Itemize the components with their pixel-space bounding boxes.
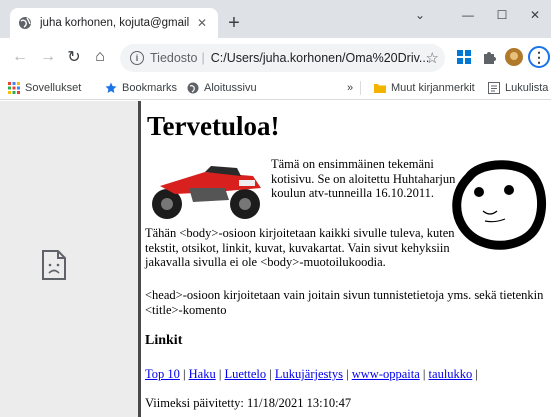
link-separator: |	[346, 367, 349, 381]
reading-list-icon	[488, 82, 500, 94]
links-row: Top 10 | Haku | Luettelo | Lukujärjestys…	[145, 367, 545, 382]
link-separator: |	[475, 367, 478, 381]
new-tab-button[interactable]: +	[223, 12, 245, 34]
avatar[interactable]	[505, 48, 523, 66]
page-title: Tervetuloa!	[147, 111, 280, 141]
last-updated-text: Viimeksi päivitetty: 11/18/2021 13:10:47	[145, 396, 352, 410]
maximize-button[interactable]: ☐	[487, 8, 517, 28]
bookmarks-overflow-button[interactable]: »	[347, 80, 353, 96]
star-icon	[105, 82, 117, 94]
apps-grid-icon	[8, 82, 20, 94]
broken-page-icon	[41, 249, 67, 281]
bookmark-apps[interactable]: Sovellukset	[8, 80, 81, 96]
head-paragraph: <head>-osioon kirjoitetaan vain joitain …	[145, 288, 544, 317]
intro-text: Tämä on ensimmäinen tekemäni kotisivu. S…	[271, 157, 456, 200]
link-taulukko[interactable]: taulukko	[429, 367, 473, 381]
info-icon[interactable]: i	[130, 51, 144, 65]
link-separator: |	[269, 367, 272, 381]
main-frame: Tervetuloa! Tämä on ensimmäinen tekemäni…	[141, 101, 551, 417]
globe-icon	[187, 82, 199, 94]
link-luettelo[interactable]: Luettelo	[225, 367, 267, 381]
scheme-label: Tiedosto	[150, 51, 198, 65]
left-frame	[0, 101, 138, 417]
home-button[interactable]: ⌂	[90, 47, 110, 67]
link-top-10[interactable]: Top 10	[145, 367, 180, 381]
address-bar[interactable]: i Tiedosto | C:/Users/juha.korhonen/Oma%…	[120, 44, 445, 72]
close-window-button[interactable]: ✕	[520, 8, 550, 28]
link-haku[interactable]: Haku	[189, 367, 216, 381]
globe-icon	[18, 16, 32, 30]
bookmark-star-icon[interactable]: ☆	[426, 49, 439, 67]
url-text: C:/Users/juha.korhonen/Oma%20Driv...	[210, 51, 430, 65]
browser-tab[interactable]: juha korhonen, kojuta@gmail.com ✕	[10, 8, 218, 38]
forward-button[interactable]: →	[38, 47, 58, 67]
folder-icon	[374, 82, 386, 94]
link-separator: |	[422, 367, 426, 381]
link-separator: |	[183, 367, 186, 381]
windows-extension-icon[interactable]	[455, 48, 473, 66]
link-separator: |	[218, 367, 222, 381]
bookmark-label: Lukulista	[505, 82, 549, 94]
menu-button[interactable]: ⋮	[528, 46, 550, 68]
tab-title: juha korhonen, kojuta@gmail.com	[40, 17, 190, 29]
body-paragraph: Tähän <body>-osioon kirjoitetaan kaikki …	[145, 226, 455, 269]
bookmark-other[interactable]: Muut kirjanmerkit	[374, 80, 475, 96]
reading-list-button[interactable]: Lukulista	[488, 80, 548, 96]
minimize-button[interactable]: —	[453, 8, 483, 28]
address-separator: |	[201, 51, 205, 65]
back-button[interactable]: ←	[10, 47, 30, 67]
links-heading: Linkit	[145, 333, 183, 348]
bookmark-label: Bookmarks	[122, 82, 178, 94]
puzzle-extensions-icon[interactable]	[480, 48, 498, 66]
bookmark-label: Sovellukset	[25, 82, 82, 94]
bookmark-aloitussivu[interactable]: Aloitussivu	[187, 80, 257, 96]
bookmark-label: Muut kirjanmerkit	[391, 82, 475, 94]
bookmarks-divider	[360, 81, 361, 95]
tab-strip: juha korhonen, kojuta@gmail.com ✕ + ⌄ — …	[0, 0, 551, 38]
bookmark-label: Aloitussivu	[204, 82, 257, 94]
reload-button[interactable]: ↻	[64, 47, 84, 67]
link-www-oppaita[interactable]: www-oppaita	[352, 367, 420, 381]
bookmarks-bar: Sovellukset Bookmarks Aloitussivu » Muut…	[0, 76, 551, 100]
tab-search-dropdown-icon[interactable]: ⌄	[405, 8, 435, 28]
toolbar: ← → ↻ ⌂ i Tiedosto | C:/Users/juha.korho…	[0, 38, 551, 76]
close-tab-icon[interactable]: ✕	[194, 16, 210, 30]
bookmark-bookmarks[interactable]: Bookmarks	[105, 80, 177, 96]
link-lukujarjestys[interactable]: Lukujärjestys	[275, 367, 343, 381]
motorbike-image	[145, 158, 269, 222]
